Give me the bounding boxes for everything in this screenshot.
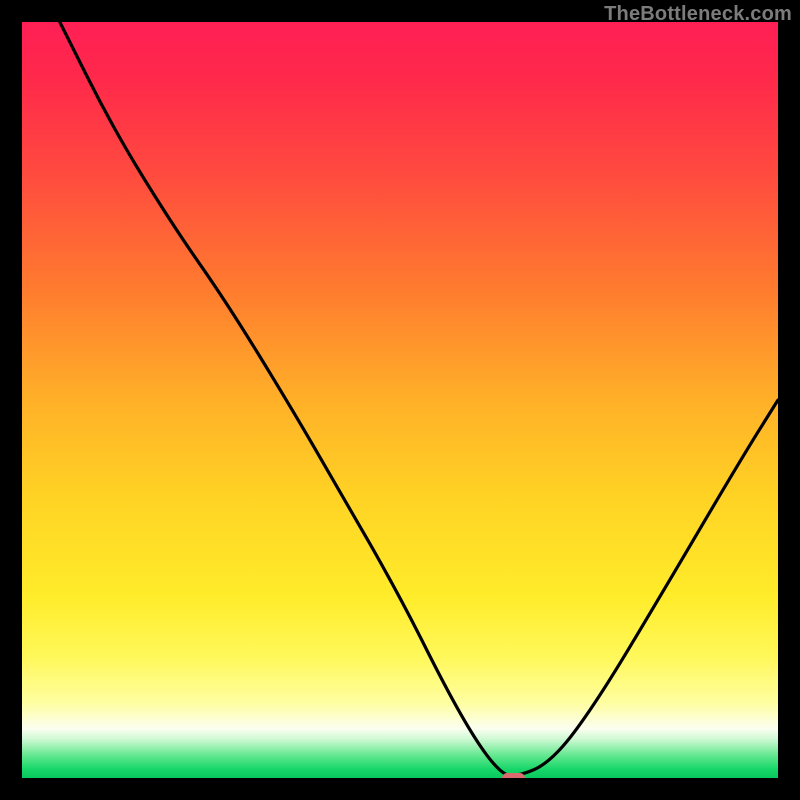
chart-frame: TheBottleneck.com [0,0,800,800]
optimum-marker [502,773,525,778]
plot-area [22,22,778,778]
bottleneck-curve [22,22,778,778]
curve-path [60,22,778,775]
